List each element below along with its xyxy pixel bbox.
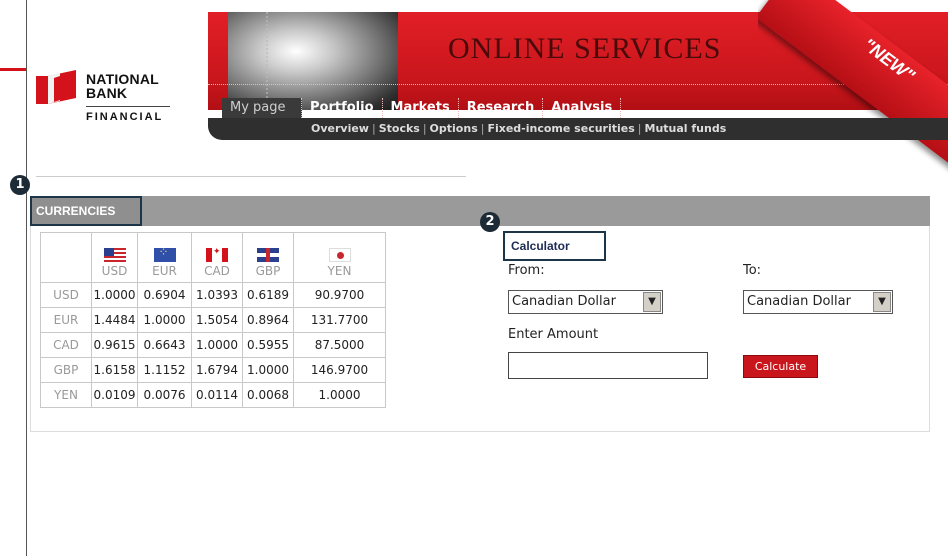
logo-line-national: NATIONAL [86,71,159,87]
calculator-heading: Calculator [503,231,606,261]
rate-cell: 0.0076 [137,382,192,408]
row-label: EUR [40,307,92,333]
ribbon-band [758,0,948,174]
rate-cell: 0.0114 [191,382,243,408]
column-label-usd: USD [101,264,128,278]
rate-cell: 1.1152 [137,357,192,383]
currencies-heading: CURRENCIES [30,196,142,226]
eu-flag-icon [153,245,176,262]
bank-flag-icon [36,70,76,104]
column-label-eur: EUR [152,264,177,278]
from-currency-value: Canadian Dollar [512,294,616,309]
rate-cell: 146.9700 [293,357,386,383]
tab-my-page[interactable]: My page [222,98,302,118]
rate-cell: 1.4484 [91,307,138,333]
subnav-mutual-funds[interactable]: Mutual funds [642,122,730,135]
rate-cell: 0.5955 [242,332,294,358]
rate-cell: 1.0000 [242,357,294,383]
japan-flag-icon [328,248,351,262]
rate-cell: 0.6643 [137,332,192,358]
callout-1-badge: 1 [10,175,30,195]
rate-cell: 0.6904 [137,282,192,308]
rate-cell: 0.9615 [91,332,138,358]
to-currency-value: Canadian Dollar [747,294,851,309]
table-row: USD 1.0000 0.6904 1.0393 0.6189 90.9700 [40,282,386,308]
dropdown-arrow-icon[interactable]: ▼ [643,292,661,312]
from-label: From: [508,263,545,278]
column-header-yen: YEN [293,232,386,283]
callout-2-badge: 2 [480,212,500,232]
rate-cell: 1.0000 [191,332,243,358]
table-row: YEN 0.0109 0.0076 0.0114 0.0068 1.0000 [40,382,386,408]
rate-cell: 1.0000 [293,382,386,408]
column-label-cad: CAD [204,264,230,278]
currency-rates-table: USD EUR CAD GBP YEN USD 1.0000 0.6904 1.… [40,232,386,408]
uk-flag-icon [257,248,279,262]
table-header-row: USD EUR CAD GBP YEN [40,232,386,283]
rate-cell: 1.0000 [91,282,138,308]
to-label: To: [743,263,762,278]
amount-input[interactable] [508,352,708,379]
subnav-options[interactable]: Options [427,122,481,135]
globe-graphic-icon [228,12,398,110]
column-header-eur: EUR [137,232,192,283]
rate-cell: 0.6189 [242,282,294,308]
logo-text: NATIONAL BANK FINANCIAL [86,72,170,124]
row-label: GBP [40,357,92,383]
rate-cell: 1.0000 [137,307,192,333]
table-row: CAD 0.9615 0.6643 1.0000 0.5955 87.5000 [40,332,386,358]
globe-dots-decoration [228,12,268,110]
subnav-separator: | [637,122,642,135]
rate-cell: 0.0068 [242,382,294,408]
row-label: YEN [40,382,92,408]
logo-line-financial: FINANCIAL [86,106,170,124]
canada-flag-icon [206,247,228,262]
new-ribbon: "NEW" [758,0,948,200]
rate-cell: 0.8964 [242,307,294,333]
rate-cell: 1.5054 [191,307,243,333]
rate-cell: 1.0393 [191,282,243,308]
rate-cell: 87.5000 [293,332,386,358]
subnav-fixed-income[interactable]: Fixed-income securities [484,122,637,135]
row-label: CAD [40,332,92,358]
table-row: GBP 1.6158 1.1152 1.6794 1.0000 146.9700 [40,357,386,383]
main-navigation: My page Portfolio Markets Research Analy… [222,98,622,118]
corner-cell [40,232,92,283]
column-label-yen: YEN [327,264,352,278]
rate-cell: 1.6158 [91,357,138,383]
banner-title: ONLINE SERVICES [448,32,722,65]
column-label-gbp: GBP [255,264,281,278]
rate-cell: 0.0109 [91,382,138,408]
table-row: EUR 1.4484 1.0000 1.5054 0.8964 131.7700 [40,307,386,333]
national-bank-logo[interactable]: NATIONAL BANK FINANCIAL [36,60,196,130]
column-header-gbp: GBP [242,232,294,283]
subnav-stocks[interactable]: Stocks [376,122,423,135]
tab-research[interactable]: Research [459,98,544,118]
to-currency-select[interactable]: Canadian Dollar ▼ [743,290,893,314]
subnav-overview[interactable]: Overview [308,122,372,135]
rate-cell: 131.7700 [293,307,386,333]
column-header-usd: USD [91,232,138,283]
from-currency-select[interactable]: Canadian Dollar ▼ [508,290,663,314]
tab-analysis[interactable]: Analysis [543,98,622,118]
enter-amount-label: Enter Amount [508,327,599,342]
dropdown-arrow-icon[interactable]: ▼ [873,292,891,312]
sub-navigation: Overview | Stocks | Options | Fixed-income sec… [208,118,948,140]
rate-cell: 90.9700 [293,282,386,308]
tab-markets[interactable]: Markets [383,98,459,118]
subnav-separator: | [422,122,427,135]
calculate-button[interactable]: Calculate [743,355,818,378]
column-header-cad: CAD [191,232,243,283]
tab-portfolio[interactable]: Portfolio [302,98,383,118]
usa-flag-icon [103,248,126,262]
row-label: USD [40,282,92,308]
logo-line-bank: BANK [86,85,128,101]
rate-cell: 1.6794 [191,357,243,383]
divider [36,176,466,177]
